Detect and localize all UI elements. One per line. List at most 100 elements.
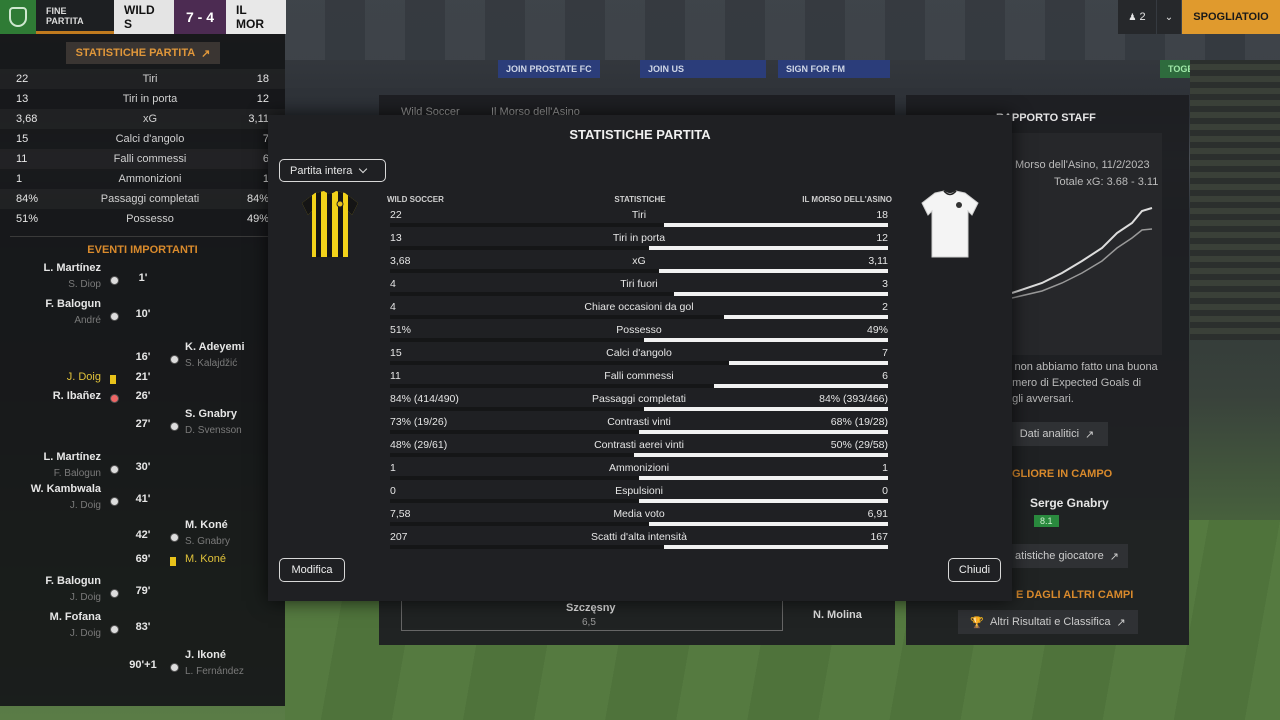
ball-icon bbox=[110, 465, 119, 474]
event-item[interactable]: F. Balogun J. Doig bbox=[0, 575, 101, 603]
event-item[interactable]: M. Fofana J. Doig bbox=[0, 611, 101, 639]
club-logo-icon[interactable] bbox=[0, 0, 36, 34]
ball-icon bbox=[170, 422, 179, 431]
event-player: F. Balogun bbox=[45, 575, 101, 587]
analytics-button[interactable]: Dati analitici ↗ bbox=[1006, 422, 1108, 446]
left-panel: STATISTICHE PARTITA ↗ 22 Tiri 18 13 Tiri in … bbox=[0, 34, 285, 706]
stat-label: Media voto bbox=[613, 508, 665, 520]
close-button[interactable]: Chiudi bbox=[948, 558, 1001, 582]
event-minute: 41' bbox=[135, 493, 151, 505]
event-minute: 26' bbox=[135, 390, 151, 402]
event-minute: 83' bbox=[135, 621, 151, 633]
users-count: 2 bbox=[1139, 11, 1146, 23]
event-assist: L. Fernández bbox=[185, 666, 244, 677]
stat-row: 84% (414/490) Passaggi completati 84% (393… bbox=[390, 391, 888, 414]
event-minute: 42' bbox=[135, 529, 151, 541]
stat-row: 207 Scatti d'alta intensità 167 bbox=[390, 529, 888, 552]
event-minute: 30' bbox=[135, 461, 151, 473]
home-team-short: WILD S bbox=[114, 0, 174, 34]
event-player: W. Kambwala bbox=[30, 483, 101, 495]
staff-text: i, non abbiamo fatto una buona bbox=[1006, 361, 1158, 373]
event-assist: J. Doig bbox=[69, 628, 101, 639]
home-share-fill bbox=[390, 522, 649, 526]
event-item[interactable]: J. Doig bbox=[0, 371, 101, 383]
stat-row: 3,68 xG 3,11 bbox=[390, 253, 888, 276]
stat-away-value: 18 bbox=[256, 73, 269, 85]
stat-away-value: 3,11 bbox=[248, 113, 269, 125]
event-item[interactable]: J. Ikoné L. Fernández bbox=[185, 649, 285, 677]
staff-match-info: Morso dell'Asino, 11/2/2023 bbox=[1015, 159, 1150, 171]
event-player: L. Martínez bbox=[43, 262, 101, 274]
stat-row: 1 Ammonizioni 1 bbox=[390, 460, 888, 483]
stat-away-value: 6 bbox=[882, 370, 888, 382]
away-team-header: IL MORSO DELL'ASINO bbox=[802, 195, 892, 204]
event-player: F. Balogun bbox=[45, 298, 101, 310]
home-share-fill bbox=[390, 384, 714, 388]
chevron-down-icon[interactable]: ⌄ bbox=[1157, 0, 1181, 34]
stat-away-value: 12 bbox=[256, 93, 269, 105]
event-minute: 69' bbox=[135, 553, 151, 565]
home-share-fill bbox=[390, 338, 644, 342]
player-stats-button[interactable]: atistiche giocatore ↗ bbox=[1006, 544, 1128, 568]
stat-label: Tiri bbox=[142, 73, 158, 85]
event-item[interactable]: L. Martínez F. Balogun bbox=[0, 451, 101, 479]
other-results-title: E DAGLI ALTRI CAMPI bbox=[1016, 589, 1134, 601]
comparison-bar bbox=[390, 361, 888, 365]
dressing-room-button[interactable]: SPOGLIATOIO bbox=[1182, 0, 1280, 34]
stat-label: Passaggi completati bbox=[592, 393, 686, 405]
event-item[interactable]: F. Balogun André bbox=[0, 298, 101, 326]
users-button[interactable]: ♟ 2 bbox=[1118, 0, 1156, 34]
comparison-bar bbox=[390, 292, 888, 296]
stat-home-value: 84% bbox=[16, 193, 39, 205]
period-select[interactable]: Partita intera bbox=[279, 159, 386, 182]
stat-away-value: 68% (19/28) bbox=[830, 416, 888, 428]
stat-home-value: 15 bbox=[16, 133, 29, 145]
comparison-bar bbox=[390, 430, 888, 434]
stat-label: Chiare occasioni da gol bbox=[584, 301, 694, 313]
event-item[interactable]: R. Ibañez bbox=[0, 390, 101, 402]
stat-home-value: 13 bbox=[16, 93, 29, 105]
home-share-fill bbox=[390, 246, 649, 250]
away-team-short: IL MOR bbox=[226, 0, 286, 34]
event-player: R. Ibañez bbox=[52, 390, 101, 402]
home-share-fill bbox=[390, 407, 644, 411]
event-item[interactable]: L. Martínez S. Diop bbox=[0, 262, 101, 290]
stat-row: 11 Falli commessi 6 bbox=[390, 368, 888, 391]
stat-away-value: 2 bbox=[882, 301, 888, 313]
stat-label: Tiri fuori bbox=[620, 278, 658, 290]
stats-row: 1 Ammonizioni 1 bbox=[0, 169, 285, 189]
ad-banner: SIGN FOR FM bbox=[778, 60, 890, 78]
comparison-bar bbox=[390, 223, 888, 227]
stat-label: Scatti d'alta intensità bbox=[591, 531, 687, 543]
chevron-down-icon bbox=[359, 164, 368, 174]
top-bar: FINE PARTITA WILD S 7 - 4 IL MOR ♟ 2 ⌄ S… bbox=[0, 0, 1280, 34]
stat-home-value: 1 bbox=[16, 173, 23, 185]
stat-row: 4 Tiri fuori 3 bbox=[390, 276, 888, 299]
stat-label: Ammonizioni bbox=[118, 173, 182, 185]
stat-away-value: 167 bbox=[870, 531, 888, 543]
home-share-fill bbox=[390, 269, 659, 273]
event-assist: S. Diop bbox=[68, 279, 101, 290]
stat-away-value: 1 bbox=[882, 462, 888, 474]
match-score: 7 - 4 bbox=[174, 0, 226, 34]
event-minute: 90'+1 bbox=[129, 659, 157, 671]
edit-button[interactable]: Modifica bbox=[279, 558, 345, 582]
stat-row: 13 Tiri in porta 12 bbox=[390, 230, 888, 253]
own-goal-icon bbox=[110, 394, 119, 403]
stat-away-value: 7 bbox=[882, 347, 888, 359]
ball-icon bbox=[110, 589, 119, 598]
home-share-fill bbox=[390, 361, 729, 365]
comparison-bar bbox=[390, 499, 888, 503]
event-item[interactable]: W. Kambwala J. Doig bbox=[0, 483, 101, 511]
stat-away-value: 18 bbox=[876, 209, 888, 221]
stats-row: 84% Passaggi completati 84% bbox=[0, 189, 285, 209]
home-share-fill bbox=[390, 545, 664, 549]
ad-banner: JOIN US bbox=[640, 60, 766, 78]
ball-icon bbox=[110, 276, 119, 285]
events-title: EVENTI IMPORTANTI bbox=[87, 244, 198, 256]
away-player-name: N. Molina bbox=[813, 609, 862, 621]
other-results-button[interactable]: 🏆 Altri Risultati e Classifica ↗ bbox=[958, 610, 1138, 634]
match-stats-button[interactable]: STATISTICHE PARTITA ↗ bbox=[66, 42, 220, 64]
stat-label: Contrasti aerei vinti bbox=[594, 439, 684, 451]
comparison-bar bbox=[390, 315, 888, 319]
